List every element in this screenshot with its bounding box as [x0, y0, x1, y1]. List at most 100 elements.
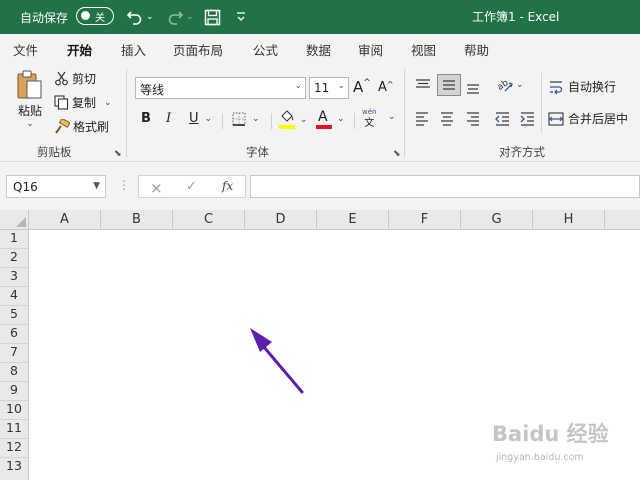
- title-bar: 自动保存 关 ⌄ ⌄ 工作簿1 - Excel: [0, 0, 640, 34]
- fill-color-dropdown-icon: ⌄: [300, 114, 308, 125]
- autosave-toggle[interactable]: 关: [76, 7, 114, 25]
- underline-icon: U: [189, 111, 199, 126]
- cancel-icon[interactable]: ×: [150, 179, 163, 197]
- wrap-text-icon: [550, 80, 563, 94]
- enter-icon[interactable]: ✓: [186, 179, 197, 194]
- orientation-button[interactable]: ab ⌄: [496, 77, 524, 93]
- italic-button[interactable]: I: [166, 111, 171, 126]
- phonetic-guide-button[interactable]: wén 文: [362, 108, 376, 129]
- customize-quick-access-button[interactable]: [235, 6, 247, 28]
- merge-center-button[interactable]: 合并后居中: [548, 110, 628, 127]
- paste-button[interactable]: 粘贴 ⌄: [12, 69, 48, 129]
- decrease-font-size-button[interactable]: A ^: [378, 80, 394, 95]
- tab-page-layout[interactable]: 页面布局: [173, 40, 223, 59]
- paste-label: 粘贴: [17, 104, 42, 118]
- ribbon-tabs: 文件 开始 插入 页面布局 公式 数据 审阅 视图 帮助: [0, 34, 640, 65]
- font-size-value: 11: [314, 81, 330, 95]
- window-title: 工作簿1 - Excel: [472, 10, 560, 24]
- font-size-box[interactable]: 11 ⌄: [309, 77, 349, 99]
- decrease-indent-icon: [495, 112, 509, 126]
- redo-button[interactable]: ⌄: [166, 6, 194, 28]
- name-box[interactable]: Q16 ▼: [6, 175, 106, 198]
- font-name-box[interactable]: 等线 ⌄: [135, 77, 306, 99]
- baidu-watermark: Baidu 经验 jingyan.baidu.com: [490, 410, 640, 480]
- increase-indent-button[interactable]: [519, 110, 536, 126]
- autosave-label: 自动保存: [20, 11, 69, 25]
- cut-button[interactable]: 剪切: [54, 70, 96, 87]
- clipboard-launcher-icon[interactable]: ⬊: [114, 149, 122, 159]
- align-middle-button[interactable]: [437, 74, 461, 96]
- borders-dropdown-icon: ⌄: [252, 114, 260, 124]
- merge-center-icon: [548, 111, 564, 126]
- tab-home[interactable]: 开始: [67, 40, 93, 65]
- borders-icon: [232, 112, 246, 126]
- alignment-separator: [541, 73, 542, 133]
- save-icon: [204, 9, 221, 25]
- grow-caret-icon: ^: [363, 78, 371, 88]
- font-name-dropdown-icon[interactable]: ⌄: [294, 81, 302, 91]
- copy-label: 复制: [72, 96, 97, 110]
- align-left-button[interactable]: [414, 110, 430, 126]
- formula-buttons: × ✓ fx: [138, 175, 246, 198]
- align-bottom-button[interactable]: [465, 79, 481, 95]
- ribbon-home: 粘贴 ⌄ 剪切 复制 ⌄ 格式刷 剪贴板 ⬊ 等线 ⌄ 11 ⌄ A ^ A ^ B…: [0, 61, 640, 162]
- clipboard-group-label: 剪贴板: [37, 145, 72, 159]
- wrap-text-label: 自动换行: [568, 80, 617, 94]
- tab-formulas[interactable]: 公式: [253, 40, 278, 59]
- shrink-caret-icon: ^: [386, 80, 394, 89]
- font-group-label: 字体: [246, 145, 269, 159]
- underline-button[interactable]: U ⌄: [189, 111, 212, 126]
- save-button[interactable]: [204, 6, 221, 28]
- copy-dropdown-icon: ⌄: [104, 97, 112, 108]
- phonetic-dropdown-icon[interactable]: ⌄: [388, 112, 396, 122]
- name-box-value: Q16: [13, 180, 38, 194]
- bold-icon: B: [141, 111, 151, 126]
- formula-bar: Q16 ▼ ⋮ × ✓ fx: [0, 162, 640, 210]
- tab-insert[interactable]: 插入: [121, 40, 146, 59]
- formula-input[interactable]: [250, 175, 640, 198]
- increase-indent-icon: [520, 112, 534, 126]
- phonetic-char-text: 文: [364, 118, 375, 129]
- orientation-icon: ab: [496, 78, 513, 93]
- align-top-icon: [416, 79, 430, 88]
- tab-data[interactable]: 数据: [306, 40, 331, 59]
- tab-file[interactable]: 文件: [13, 40, 38, 59]
- watermark-brand: Baidu 经验: [492, 422, 609, 446]
- undo-button[interactable]: ⌄: [126, 6, 154, 28]
- bold-button[interactable]: B: [141, 111, 151, 126]
- watermark-url: jingyan.baidu.com: [496, 452, 584, 463]
- copy-button[interactable]: 复制 ⌄: [54, 94, 112, 111]
- align-top-button[interactable]: [414, 77, 432, 93]
- font-name-value: 等线: [140, 83, 165, 97]
- insert-function-icon[interactable]: fx: [222, 179, 233, 193]
- redo-icon: [168, 11, 184, 25]
- font-size-dropdown-icon[interactable]: ⌄: [337, 81, 345, 91]
- paste-icon: [17, 70, 42, 99]
- align-center-icon: [441, 112, 453, 126]
- underline-dropdown-icon: ⌄: [204, 113, 213, 124]
- scissors-icon: [55, 71, 68, 86]
- fill-color-icon: [279, 110, 295, 129]
- tab-view[interactable]: 视图: [411, 40, 436, 59]
- align-middle-icon: [443, 80, 455, 90]
- tab-review[interactable]: 审阅: [358, 40, 383, 59]
- align-center-button[interactable]: [439, 110, 455, 126]
- wrap-text-button[interactable]: 自动换行: [548, 78, 616, 95]
- font-color-button[interactable]: A ⌄: [316, 109, 345, 129]
- font-launcher-icon[interactable]: ⬊: [393, 149, 401, 159]
- name-box-dropdown-icon[interactable]: ▼: [93, 181, 100, 191]
- fill-color-button[interactable]: ⌄: [279, 110, 308, 129]
- customize-icon: [237, 12, 245, 21]
- increase-font-size-button[interactable]: A ^: [353, 78, 371, 96]
- borders-button[interactable]: ⌄: [232, 112, 260, 126]
- align-right-button[interactable]: [465, 110, 481, 126]
- group-separator: [126, 69, 127, 157]
- align-left-icon: [416, 112, 428, 126]
- decrease-indent-button[interactable]: [494, 110, 511, 126]
- paste-dropdown-icon: ⌄: [26, 119, 34, 129]
- format-painter-button[interactable]: 格式刷: [54, 118, 109, 135]
- copy-icon: [54, 95, 69, 110]
- formula-bar-splitter[interactable]: ⋮: [118, 178, 130, 192]
- tab-help[interactable]: 帮助: [464, 40, 489, 59]
- orientation-dropdown-icon: ⌄: [516, 80, 524, 90]
